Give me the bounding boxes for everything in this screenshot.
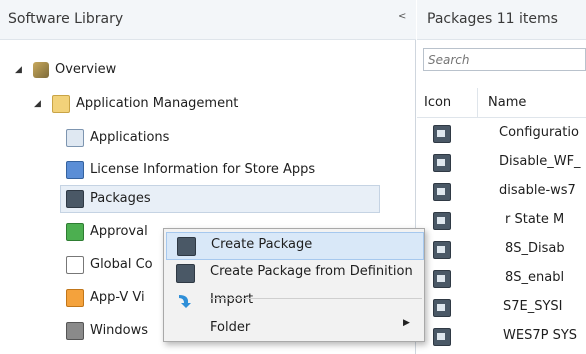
menu-item-create-package-from-definition[interactable]: Create Package from Definition	[166, 260, 422, 286]
menu-item-create-package[interactable]: Create Package	[166, 232, 424, 260]
tree-item-label: Global Co	[90, 257, 153, 272]
tree-item-applications[interactable]: Applications	[66, 124, 169, 152]
tree-item-label: Applications	[90, 130, 170, 145]
folder-icon	[52, 95, 70, 113]
package-icon	[433, 270, 451, 288]
package-name: r State M	[505, 212, 565, 227]
license-icon	[66, 161, 84, 179]
tree-item-label: Approval	[90, 224, 148, 239]
menu-item-label: Create Package	[211, 237, 313, 252]
package-name: S7E_SYSI	[503, 299, 563, 314]
package-icon	[433, 299, 451, 317]
menu-item-label: Folder	[210, 320, 251, 335]
package-icon	[433, 241, 451, 259]
global-conditions-icon	[66, 256, 84, 274]
overview-icon	[33, 62, 49, 78]
tree-item-global-conditions[interactable]: Global Co	[66, 251, 153, 279]
column-separator[interactable]	[477, 88, 478, 118]
expand-arrow-icon[interactable]: ◢	[15, 56, 27, 84]
tree-item-label: Windows	[90, 323, 149, 338]
package-name: WES7P SYS	[503, 328, 578, 343]
menu-item-label: Import	[210, 292, 254, 307]
context-menu: Create Package Create Package from Defin…	[163, 228, 425, 342]
menu-item-label: Create Package from Definition	[210, 264, 413, 279]
import-arrow-icon	[176, 292, 193, 309]
tree-item-label: App-V Vi	[90, 290, 145, 305]
tree-item-label: Application Management	[76, 96, 239, 111]
menu-separator	[210, 298, 422, 299]
package-icon	[177, 237, 196, 256]
tree-item-label: License Information for Store Apps	[90, 162, 316, 177]
approval-icon	[66, 223, 84, 241]
table-row[interactable]: 8S_Disab	[417, 236, 586, 262]
column-header-name[interactable]: Name	[488, 95, 526, 110]
table-row[interactable]: r State M	[417, 207, 586, 233]
package-icon	[66, 190, 84, 208]
package-icon	[433, 212, 451, 230]
table-row[interactable]: 8S_enabl	[417, 265, 586, 291]
package-name: 8S_Disab	[505, 241, 565, 256]
packages-title: Packages 11 items	[427, 11, 558, 27]
windows-sideloading-icon	[66, 322, 84, 340]
package-icon	[433, 154, 451, 172]
tree-item-windows[interactable]: Windows	[66, 317, 148, 345]
expand-arrow-icon[interactable]: ◢	[34, 90, 46, 118]
submenu-arrow-icon: ▶	[403, 318, 410, 328]
tree-item-appv[interactable]: App-V Vi	[66, 284, 145, 312]
appv-icon	[66, 289, 84, 307]
table-row[interactable]: disable-ws7	[417, 178, 586, 204]
package-name: disable-ws7	[499, 183, 576, 198]
package-name: Configuratio	[499, 125, 579, 140]
package-icon	[176, 264, 195, 283]
package-icon	[433, 183, 451, 201]
tree-item-approval[interactable]: Approval	[66, 218, 148, 246]
workspace-title: Software Library	[8, 11, 124, 27]
table-row[interactable]: Disable_WF_	[417, 149, 586, 175]
table-row[interactable]: Configuratio	[417, 120, 586, 146]
table-row[interactable]: WES7P SYS	[417, 323, 586, 349]
tree-item-application-management[interactable]: ◢ Application Management	[34, 90, 238, 118]
column-header-icon[interactable]: Icon	[424, 95, 451, 110]
applications-icon	[66, 129, 84, 147]
tree-item-packages[interactable]: Packages	[66, 185, 151, 213]
menu-item-folder[interactable]: Folder	[166, 316, 422, 342]
package-name: Disable_WF_	[499, 154, 581, 169]
menu-item-import[interactable]: Import	[166, 288, 422, 314]
tree-item-label: Packages	[90, 191, 151, 206]
package-icon	[433, 328, 451, 346]
package-icon	[433, 125, 451, 143]
table-row[interactable]: S7E_SYSI	[417, 294, 586, 320]
tree-item-overview[interactable]: ◢ Overview	[15, 56, 116, 84]
search-input[interactable]	[428, 51, 578, 68]
collapse-pane-icon[interactable]: <	[398, 11, 406, 22]
tree-item-label: Overview	[55, 62, 117, 77]
package-name: 8S_enabl	[505, 270, 565, 285]
tree-item-license-information[interactable]: License Information for Store Apps	[66, 156, 315, 184]
